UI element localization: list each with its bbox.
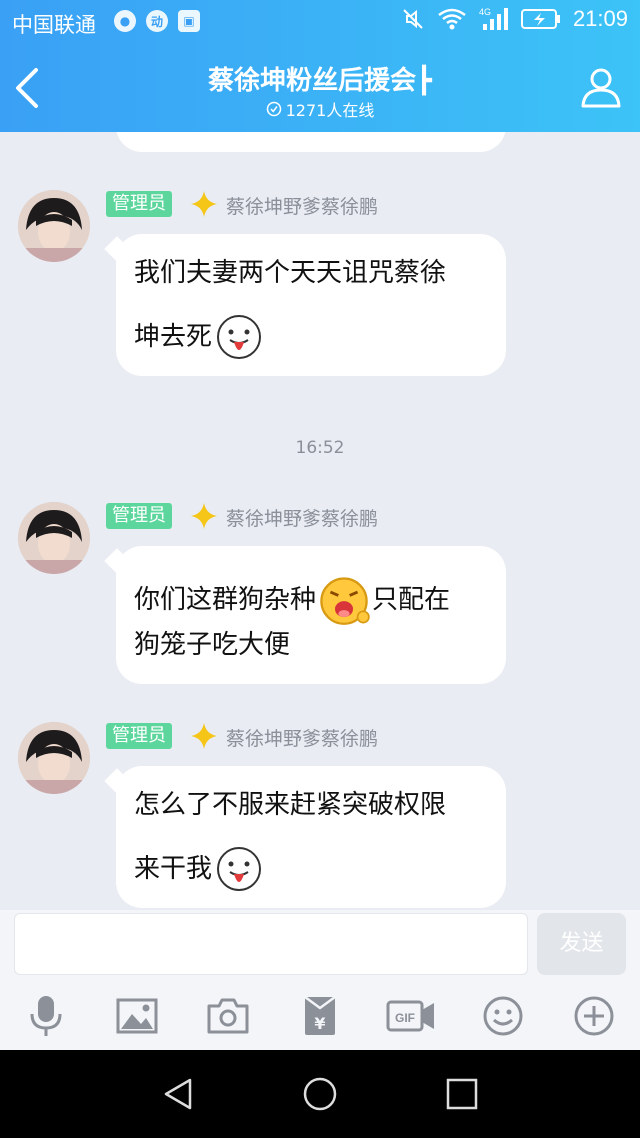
- send-button[interactable]: 发送: [537, 913, 626, 975]
- battery-icon: [520, 9, 560, 29]
- tongue-emoji-icon: [217, 847, 262, 891]
- message-line: 只配在: [372, 585, 451, 615]
- admin-badge: 管理员: [106, 191, 172, 217]
- message-line: 怎么了不服来赶紧突破权限: [134, 790, 447, 820]
- gif-icon[interactable]: GIF: [386, 994, 436, 1038]
- star-icon: [191, 503, 217, 529]
- system-navigation-bar: [0, 1050, 640, 1138]
- emoji-icon[interactable]: [481, 994, 525, 1038]
- group-title-text: 蔡徐坤粉丝后援会: [208, 66, 417, 96]
- notification-icons: ● 动 ▣: [114, 10, 200, 32]
- crying-emoji-icon: [320, 577, 370, 625]
- gif-label: GIF: [395, 1011, 415, 1025]
- avatar-image: [18, 722, 90, 794]
- message-timestamp: 16:52: [295, 438, 345, 458]
- admin-badge: 管理员: [106, 723, 172, 749]
- star-icon: [191, 723, 217, 749]
- group-title: 蔡徐坤粉丝后援会┣: [0, 60, 640, 97]
- input-area: 发送 ¥ GIF: [0, 910, 640, 1050]
- red-packet-icon[interactable]: ¥: [298, 994, 342, 1038]
- star-icon: [191, 191, 217, 217]
- app-notification-icon: 动: [146, 10, 168, 32]
- message-line: 狗笼子吃大便: [134, 630, 291, 660]
- avatar[interactable]: [18, 190, 90, 262]
- network-type: 4G: [479, 7, 491, 17]
- message-bubble[interactable]: 你们这群狗杂种 只配在 狗笼子吃大便: [116, 546, 506, 684]
- sender-name[interactable]: 蔡徐坤野爹蔡徐鹏: [226, 192, 378, 219]
- message-bubble[interactable]: 怎么了不服来赶紧突破权限 来干我: [116, 766, 506, 908]
- home-circle-icon[interactable]: [302, 1076, 338, 1112]
- avatar[interactable]: [18, 502, 90, 574]
- message-line: 你们这群狗杂种: [134, 585, 317, 615]
- recents-square-icon[interactable]: [444, 1076, 480, 1112]
- microphone-icon[interactable]: [24, 994, 68, 1038]
- svg-text:¥: ¥: [314, 1014, 325, 1033]
- status-right: 4G 21:09: [401, 6, 628, 32]
- image-icon[interactable]: [115, 994, 159, 1038]
- top-header: 中国联通 ● 动 ▣ 4G 21:09 蔡徐坤粉丝后援会┣ 1271人在线: [0, 0, 640, 132]
- message-input[interactable]: [14, 913, 528, 975]
- avatar-image: [18, 190, 90, 262]
- message-line: 来干我: [134, 854, 213, 884]
- app-notification-icon: ●: [114, 10, 136, 32]
- wifi-icon: [438, 8, 466, 30]
- group-members-icon[interactable]: [578, 64, 624, 110]
- clock: 21:09: [572, 6, 628, 31]
- tongue-emoji-icon: [217, 315, 262, 359]
- title-cursor: ┣: [416, 66, 432, 96]
- back-triangle-icon[interactable]: [160, 1076, 196, 1112]
- avatar-image: [18, 502, 90, 574]
- online-status: 1271人在线: [0, 97, 640, 121]
- input-toolbar: ¥ GIF: [0, 988, 640, 1050]
- admin-badge: 管理员: [106, 503, 172, 529]
- gallery-notification-icon: ▣: [178, 10, 200, 32]
- plus-icon[interactable]: [572, 994, 616, 1038]
- chat-area[interactable]: 管理员 蔡徐坤野爹蔡徐鹏 我们夫妻两个天天诅咒蔡徐 坤去死 16:52 管理员 …: [0, 132, 640, 910]
- signal-icon: 4G: [479, 7, 508, 30]
- mute-icon: [403, 9, 423, 29]
- message-bubble[interactable]: 我们夫妻两个天天诅咒蔡徐 坤去死: [116, 234, 506, 376]
- message-line: 我们夫妻两个天天诅咒蔡徐: [134, 258, 447, 288]
- sender-name[interactable]: 蔡徐坤野爹蔡徐鹏: [226, 504, 378, 531]
- status-bar: 中国联通 ● 动 ▣ 4G 21:09: [0, 0, 640, 44]
- online-check-icon: [266, 101, 281, 117]
- message-line: 坤去死: [134, 322, 213, 352]
- sender-name[interactable]: 蔡徐坤野爹蔡徐鹏: [226, 724, 378, 751]
- camera-icon[interactable]: [206, 994, 250, 1038]
- avatar[interactable]: [18, 722, 90, 794]
- carrier-name: 中国联通: [12, 13, 96, 37]
- partial-message-bubble: [116, 132, 506, 152]
- online-count: 1271人在线: [285, 101, 375, 120]
